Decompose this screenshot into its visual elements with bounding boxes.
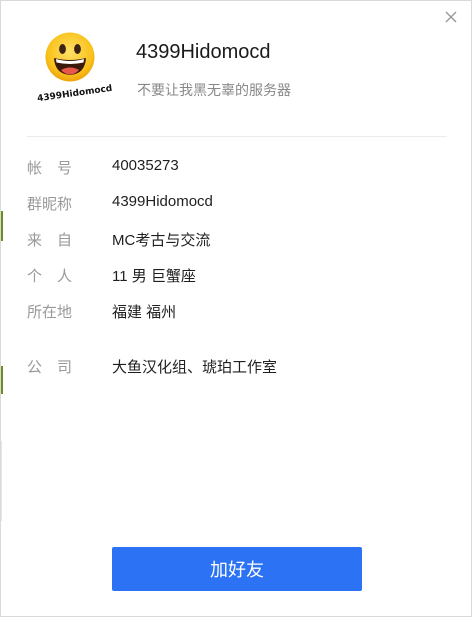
info-label: 个 人 (27, 268, 73, 285)
grinning-face-icon (45, 32, 95, 82)
info-value-personal: 11 男 巨蟹座 (112, 268, 196, 285)
info-label: 来 自 (27, 232, 73, 249)
side-accent-bar (1, 366, 3, 394)
info-row-from: 来 自 MC考古与交流 (27, 229, 447, 249)
profile-card: 4399Hidomocd 4399Hidomocd 不要让我黑无辜的服务器 帐 … (0, 0, 472, 617)
info-value-from: MC考古与交流 (112, 232, 211, 249)
info-value-group-nickname: 4399Hidomocd (112, 193, 213, 210)
info-label: 帐 号 (27, 160, 73, 177)
info-label: 公 司 (27, 359, 73, 376)
info-label: 群昵称 (27, 196, 73, 213)
info-row-group-nickname: 群昵称 4399Hidomocd (27, 193, 447, 213)
info-value-company: 大鱼汉化组、琥珀工作室 (112, 359, 278, 376)
info-row-location: 所在地 福建 福州 (27, 301, 447, 321)
info-label: 所在地 (27, 304, 73, 321)
side-edge-line (1, 441, 2, 521)
avatar[interactable]: 4399Hidomocd (35, 31, 113, 105)
profile-nickname: 4399Hidomocd (136, 41, 271, 63)
info-row-company: 公 司 大鱼汉化组、琥珀工作室 (27, 356, 447, 376)
info-value-location: 福建 福州 (112, 304, 177, 321)
info-value-account: 40035273 (112, 157, 179, 174)
close-button[interactable] (443, 9, 459, 25)
profile-signature: 不要让我黑无辜的服务器 (137, 82, 291, 98)
info-row-personal: 个 人 11 男 巨蟹座 (27, 265, 447, 285)
close-icon (445, 11, 457, 23)
info-row-account: 帐 号 40035273 (27, 157, 447, 177)
avatar-handwritten-name: 4399Hidomocd (36, 83, 113, 105)
side-accent-bar (1, 211, 3, 241)
add-friend-button[interactable]: 加好友 (112, 547, 362, 591)
divider (27, 136, 447, 137)
